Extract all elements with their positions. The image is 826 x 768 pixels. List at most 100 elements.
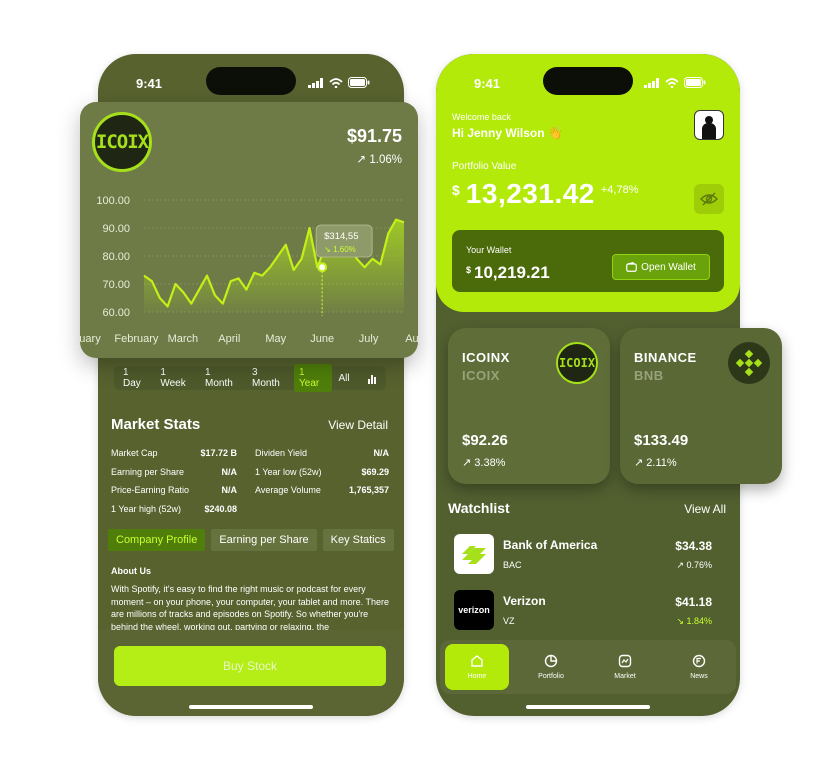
nav-home[interactable]: Home <box>445 644 509 690</box>
stat-value: N/A <box>221 466 238 477</box>
stat-label: Price-Earning Ratio <box>111 485 190 496</box>
nav-market[interactable]: Market <box>593 644 657 690</box>
home-indicator <box>526 705 650 709</box>
stat-label: Average Volume <box>255 485 321 496</box>
y-tick-label: 70.00 <box>102 279 130 291</box>
range-1-year[interactable]: 1 Year <box>294 364 332 392</box>
stat-value: $240.08 <box>204 503 237 514</box>
portfolio-amount: 13,231.42 <box>465 178 595 209</box>
verizon-logo: verizon <box>454 590 494 630</box>
coin-change: ↗ 2.11% <box>634 457 677 469</box>
wallet-card: Your Wallet $ 10,219.21 Open Wallet <box>452 230 724 292</box>
tab-earning-per-share[interactable]: Earning per Share <box>211 529 317 551</box>
stock-price: $34.38 <box>675 539 712 553</box>
nav-news-label: News <box>690 673 708 680</box>
dynamic-island <box>543 67 633 95</box>
view-detail-link[interactable]: View Detail <box>328 418 388 432</box>
current-price: $91.75 <box>346 126 402 146</box>
portfolio-value: $ 13,231.42 +4,78% <box>452 178 639 210</box>
stats-row: Earning per Share N/A 1 Year low (52w) $69… <box>111 463 389 482</box>
greeting: Hi Jenny Wilson 👋 <box>452 126 563 140</box>
tab-company-profile[interactable]: Company Profile <box>108 529 206 551</box>
coin-card-icoinx[interactable]: ICOINX ICOIX ICOIX $92.26 ↗ 3.38% <box>448 328 610 484</box>
price-chart[interactable]: 100.00 90.00 80.00 70.00 60.00 uary February Ma… <box>80 182 418 358</box>
portfolio-label: Portfolio Value <box>452 161 517 172</box>
battery-icon <box>684 77 706 88</box>
tooltip-change: ↘ 1.60% <box>324 245 356 254</box>
stock-symbol: VZ <box>503 616 515 626</box>
range-3-month[interactable]: 3 Month <box>247 364 292 392</box>
range-1-week[interactable]: 1 Week <box>155 364 198 392</box>
about-title: About Us <box>111 566 151 576</box>
signal-icon <box>308 77 323 88</box>
wifi-icon <box>665 77 679 88</box>
icoix-logo: ICOIX <box>556 342 598 384</box>
highlight-point <box>317 262 328 273</box>
hide-balance-button[interactable] <box>694 184 724 214</box>
stat-label: 1 Year low (52w) <box>255 466 322 477</box>
home-indicator <box>189 705 313 709</box>
stats-row: 1 Year high (52w) $240.08 <box>111 500 389 519</box>
x-tick-label: May <box>265 333 286 345</box>
watchlist-item[interactable]: verizon Verizon VZ $41.18 ↘ 1.84% <box>454 590 712 632</box>
coin-symbol: BNB <box>634 368 664 383</box>
stat-value: $69.29 <box>361 466 389 477</box>
stock-symbol: BAC <box>503 560 522 570</box>
pie-chart-icon <box>544 654 558 668</box>
range-1-day[interactable]: 1 Day <box>118 364 153 392</box>
coin-name: BINANCE <box>634 350 697 365</box>
wallet-value: $ 10,219.21 <box>466 263 550 283</box>
currency-symbol: $ <box>466 265 472 275</box>
nav-market-label: Market <box>614 673 636 680</box>
icoix-logo-text: ICOIX <box>558 356 596 370</box>
stat-label: Earning per Share <box>111 466 185 477</box>
wallet-label: Your Wallet <box>466 245 512 255</box>
home-icon <box>471 655 483 667</box>
coin-price: $92.26 <box>462 432 508 449</box>
open-wallet-label: Open Wallet <box>641 261 696 273</box>
x-tick-label: uary <box>80 333 101 345</box>
stats-row: Price-Earning Ratio N/A Average Volume 1,7… <box>111 481 389 500</box>
x-tick-label: February <box>114 333 159 345</box>
status-icons <box>644 77 706 88</box>
y-tick-label: 100.00 <box>96 195 130 207</box>
watchlist-item[interactable]: Bank of America BAC $34.38 ↗ 0.76% <box>454 534 712 576</box>
battery-icon <box>348 77 370 88</box>
coin-name: ICOINX <box>462 350 510 365</box>
buy-stock-button[interactable]: Buy Stock <box>114 646 386 686</box>
portfolio-change: +4,78% <box>600 184 639 196</box>
market-stats-title: Market Stats <box>111 416 201 433</box>
coin-card-binance[interactable]: BINANCE BNB $133.49 ↗ 2.11% <box>620 328 782 484</box>
icoix-logo: ICOIX <box>92 112 152 172</box>
range-1-month[interactable]: 1 Month <box>200 364 245 392</box>
wifi-icon <box>329 77 343 88</box>
tab-key-statics[interactable]: Key Statics <box>322 529 394 551</box>
stock-name: Verizon <box>503 594 546 608</box>
status-icons <box>308 77 370 88</box>
avatar[interactable] <box>694 110 724 140</box>
tooltip-price: $314,55 <box>324 231 358 242</box>
stat-value: $17.72 B <box>200 448 237 459</box>
open-wallet-button[interactable]: Open Wallet <box>612 254 710 280</box>
bar-chart-icon[interactable] <box>363 368 382 388</box>
price-chart-card: ICOIX $91.75 ↗ 1.06% 100.00 90.00 80.00 70.… <box>80 102 418 358</box>
range-all[interactable]: All <box>334 370 355 387</box>
wallet-icon <box>626 262 638 272</box>
nav-news[interactable]: News <box>667 644 731 690</box>
stat-label: 1 Year high (52w) <box>111 503 182 514</box>
wallet-amount: 10,219.21 <box>474 263 550 282</box>
stock-name: Bank of America <box>503 538 598 552</box>
stat-value: 1,765,357 <box>348 485 389 496</box>
nav-portfolio[interactable]: Portfolio <box>519 644 583 690</box>
time-range-selector: 1 Day 1 Week 1 Month 3 Month 1 Year All <box>114 364 386 392</box>
market-stats-header: Market Stats View Detail <box>111 416 388 433</box>
view-all-link[interactable]: View All <box>684 502 726 516</box>
stat-value: N/A <box>221 485 238 496</box>
portfolio-hero: 9:41 Welcome back Hi Jenny Wilson 👋 Port… <box>436 54 740 312</box>
x-tick-label: April <box>218 333 240 345</box>
stock-price: $41.18 <box>675 595 712 609</box>
price-change: ↗ 1.06% <box>356 154 402 166</box>
market-stats-table: Market Cap $17.72 B Dividen Yield N/A Earn… <box>111 444 389 518</box>
stock-change: ↗ 0.76% <box>676 560 712 570</box>
bank-of-america-logo <box>454 534 494 574</box>
